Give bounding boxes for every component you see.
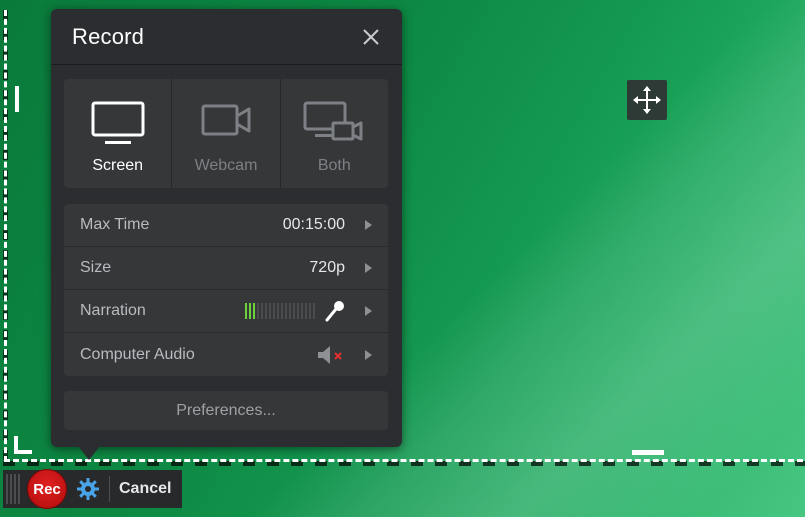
monitor-webcam-icon [303,101,363,141]
computer-audio-label: Computer Audio [80,345,195,363]
preferences-button[interactable]: Preferences... [64,391,388,430]
chevron-right-icon [365,263,372,273]
rec-button[interactable]: Rec [27,469,67,509]
max-time-label: Max Time [80,216,150,233]
meter-segment [305,303,307,319]
recorder-toolbar: Rec Cancel [3,469,182,509]
source-webcam[interactable]: Webcam [172,79,281,188]
record-panel: Record Screen Webcam Both Max Time 00:15… [51,9,402,447]
chevron-right-icon [365,306,372,316]
region-resize-handle-corner-h[interactable] [14,450,32,454]
source-both-label: Both [317,157,351,174]
meter-segment [253,303,255,319]
region-resize-handle-bottom[interactable] [632,450,664,455]
source-screen-label: Screen [92,157,144,174]
meter-segment [269,303,271,319]
max-time-value: 00:15:00 [282,216,345,233]
source-both[interactable]: Both [281,79,388,188]
meter-segment [289,303,291,319]
chevron-right-icon [365,349,372,360]
move-arrows-icon [633,86,661,114]
setting-max-time[interactable]: Max Time 00:15:00 [64,204,388,247]
settings-list: Max Time 00:15:00 Size 720p Narration Co… [64,204,388,376]
meter-segment [245,303,247,319]
microphone-icon [325,301,344,322]
source-screen[interactable]: Screen [64,79,173,188]
settings-button[interactable] [75,476,101,502]
setting-size[interactable]: Size 720p [64,247,388,290]
chevron-right-icon [365,220,372,230]
speaker-muted-icon [318,345,342,364]
size-label: Size [80,259,112,276]
panel-pointer [78,446,100,460]
webcam-icon [201,104,251,136]
panel-title: Record [72,23,145,49]
source-selector: Screen Webcam Both [64,79,388,188]
monitor-icon [91,101,145,144]
meter-segment [257,303,259,319]
meter-segment [293,303,295,319]
drag-grip-icon[interactable] [3,470,23,508]
toolbar-divider [109,476,110,502]
meter-segment [281,303,283,319]
source-webcam-label: Webcam [194,157,258,174]
cancel-button[interactable]: Cancel [119,480,171,498]
meter-segment [277,303,279,319]
setting-computer-audio[interactable]: Computer Audio [64,333,388,376]
meter-segment [297,303,299,319]
meter-segment [313,303,315,319]
narration-label: Narration [80,302,146,319]
meter-segment [273,303,275,319]
size-value: 720p [309,259,345,276]
meter-segment [285,303,287,319]
narration-level-meter [245,303,315,319]
meter-segment [309,303,311,319]
setting-narration[interactable]: Narration [64,290,388,333]
meter-segment [249,303,251,319]
meter-segment [261,303,263,319]
move-handle[interactable] [627,80,667,120]
meter-segment [265,303,267,319]
region-resize-handle-left[interactable] [15,86,19,112]
meter-segment [301,303,303,319]
close-icon[interactable] [360,26,382,48]
gear-icon [77,478,99,500]
record-panel-header: Record [51,9,402,65]
